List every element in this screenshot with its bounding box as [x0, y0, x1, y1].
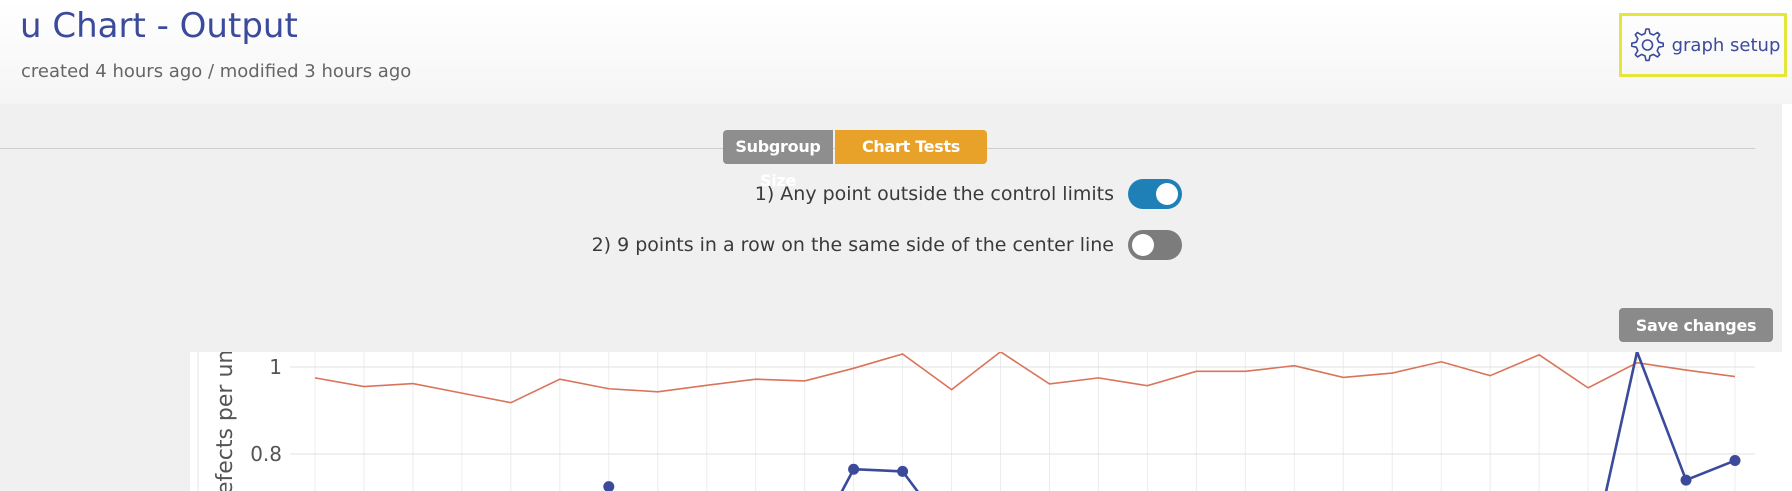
toggle-nine-points[interactable] — [1128, 230, 1182, 260]
u-point — [848, 463, 860, 475]
chart-area: 0.8 1 Defects per unit(u) — [0, 352, 1792, 491]
u-point — [1680, 474, 1692, 486]
test-row-outside-limits: 1) Any point outside the control limits — [0, 179, 1182, 209]
test-label-nine-points: 2) 9 points in a row on the same side of… — [591, 234, 1114, 256]
tab-subgroup-size[interactable]: Subgroup Size — [723, 130, 833, 190]
toggle-knob — [1132, 234, 1154, 256]
graph-setup-label: graph setup — [1671, 34, 1781, 56]
ucl-line — [314, 352, 1736, 404]
u-point — [603, 481, 615, 491]
test-row-nine-points: 2) 9 points in a row on the same side of… — [0, 230, 1182, 260]
graph-setup-button[interactable]: graph setup — [1619, 13, 1787, 77]
y-axis-title: Defects per unit(u) — [213, 352, 238, 491]
y-tick-label: 0.8 — [250, 442, 282, 466]
tab-chart-tests[interactable]: Chart Tests — [835, 130, 987, 164]
u-line-segment — [1604, 352, 1639, 491]
page-title: u Chart - Output — [20, 6, 298, 46]
u-point — [1729, 455, 1741, 467]
test-label-outside-limits: 1) Any point outside the control limits — [754, 183, 1114, 205]
toggle-knob — [1156, 183, 1178, 205]
save-changes-button[interactable]: Save changes — [1619, 308, 1773, 342]
settings-tabs: Subgroup Size Chart Tests — [723, 130, 987, 190]
toggle-outside-limits[interactable] — [1128, 179, 1182, 209]
page-header: u Chart - Output created 4 hours ago / m… — [0, 0, 1792, 104]
u-line — [853, 467, 903, 473]
u-point — [897, 465, 909, 477]
page-meta: created 4 hours ago / modified 3 hours a… — [21, 61, 412, 82]
gear-icon — [1626, 25, 1666, 65]
u-chart: 0.8 1 Defects per unit(u) — [197, 352, 1755, 491]
y-tick-label: 1 — [269, 355, 282, 379]
settings-panel: Subgroup Size Chart Tests 1) Any point o… — [0, 104, 1782, 352]
